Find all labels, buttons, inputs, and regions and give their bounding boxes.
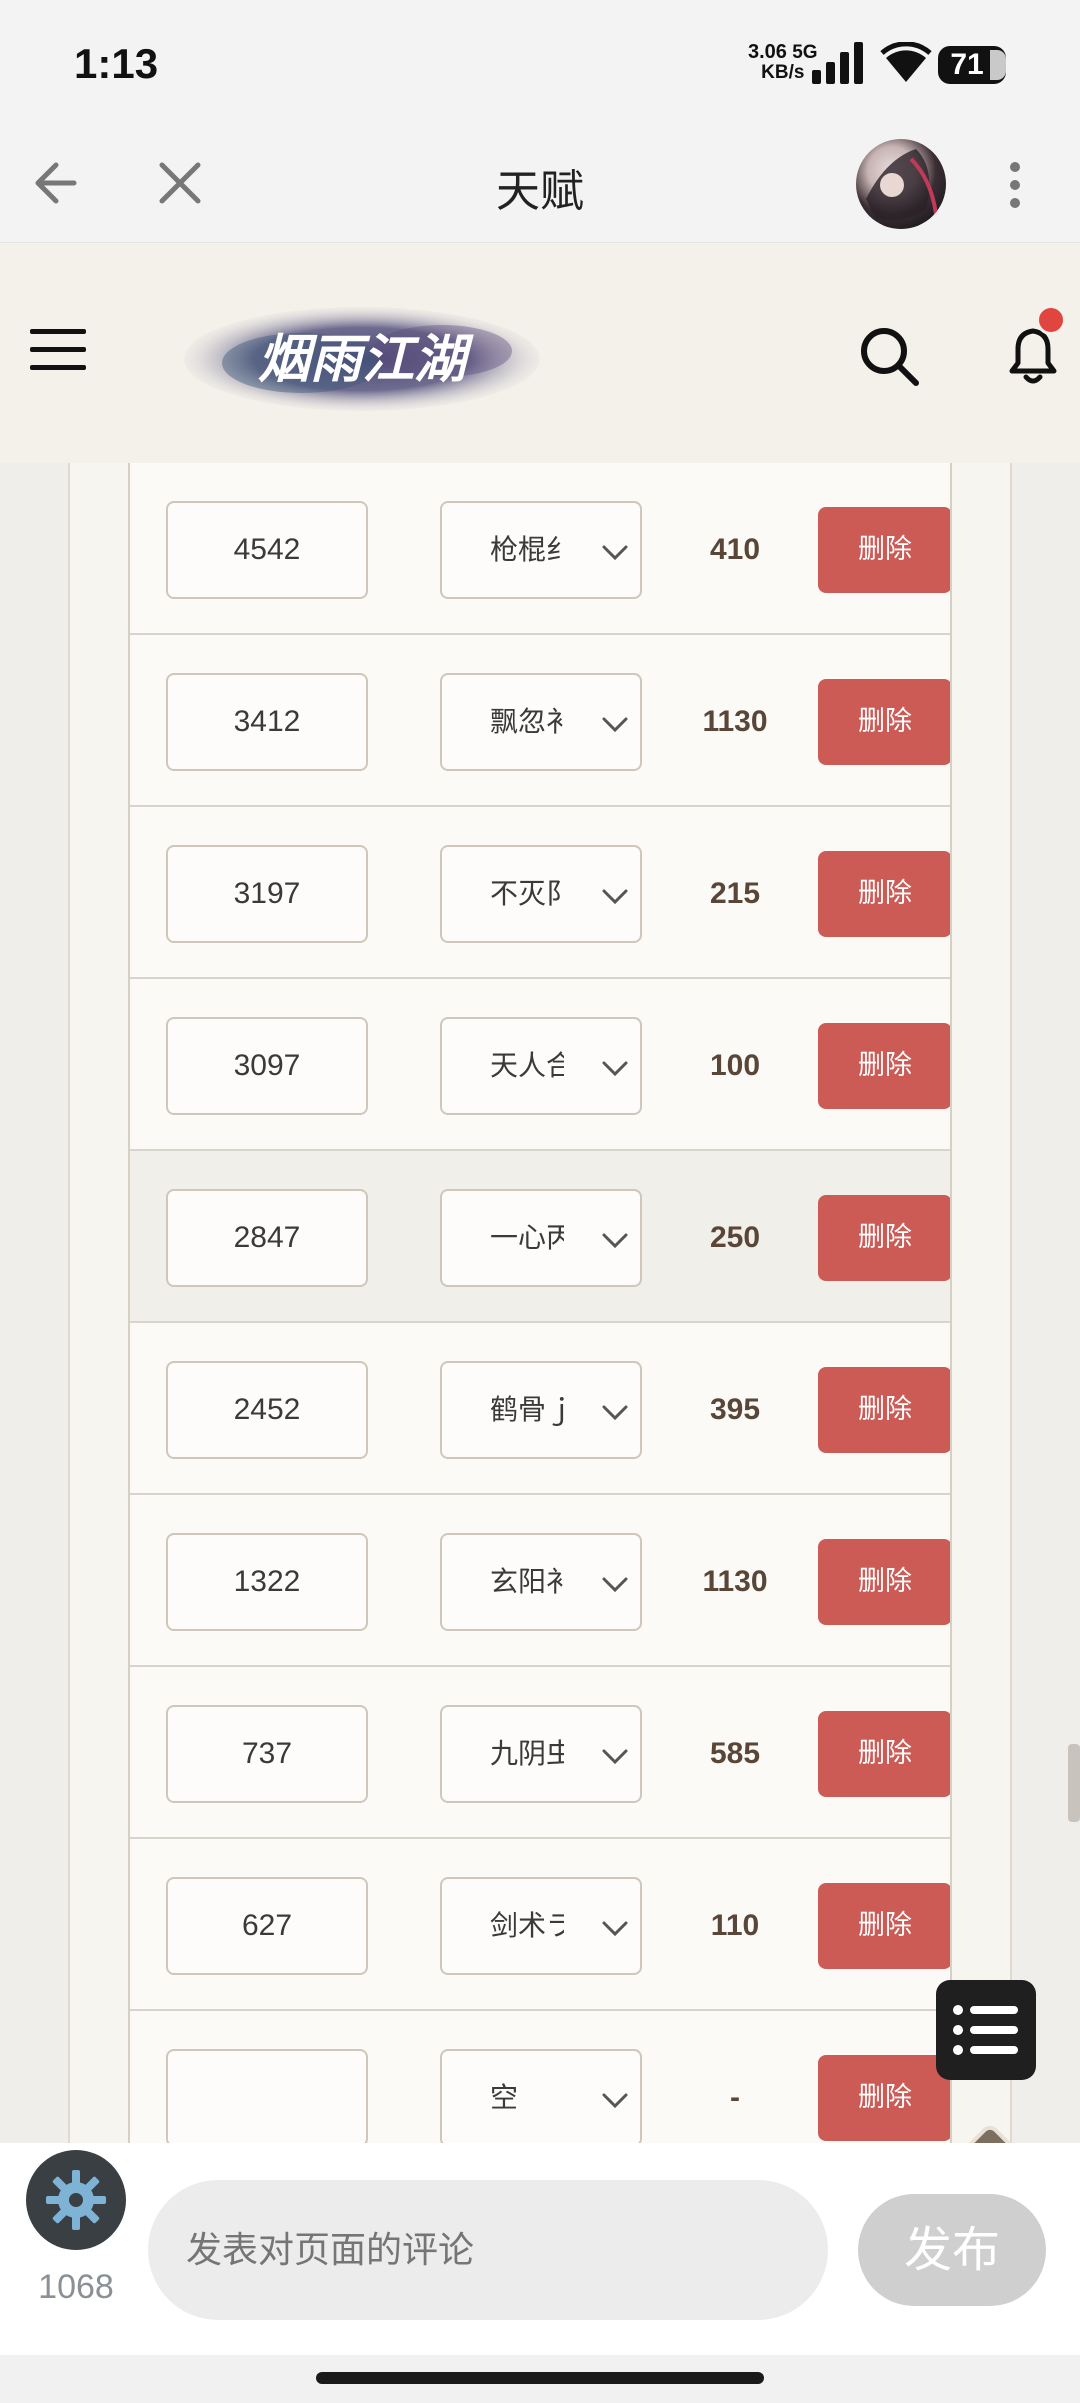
scrollbar-thumb[interactable] <box>1068 1744 1080 1822</box>
talent-select[interactable]: 剑术ラ <box>440 1877 642 1975</box>
delete-button[interactable]: 删除 <box>818 1023 950 1109</box>
close-icon[interactable] <box>150 153 210 213</box>
talent-cost: 215 <box>709 877 761 910</box>
comment-count: 1068 <box>38 2268 114 2306</box>
more-vertical-icon[interactable] <box>1000 155 1030 215</box>
talent-id-input[interactable]: 2452 <box>166 1361 368 1459</box>
chevron-down-icon <box>602 1233 628 1249</box>
table-row: 2452 鹤骨ｊ 395 删除 <box>130 1323 950 1495</box>
table-row: 627 剑术ラ 110 删除 <box>130 1839 950 2011</box>
talent-select[interactable]: 鹤骨ｊ <box>440 1361 642 1459</box>
chevron-down-icon <box>602 1921 628 1937</box>
menu-icon[interactable] <box>28 325 88 375</box>
table-row: 3097 天人合 100 删除 <box>130 979 950 1151</box>
chevron-down-icon <box>602 2093 628 2109</box>
talent-cost: 1130 <box>702 705 768 738</box>
delete-button[interactable]: 删除 <box>818 507 950 593</box>
talent-select-value: 天人合 <box>490 1049 564 1082</box>
table-row: 1322 玄阳衤 1130 删除 <box>130 1495 950 1667</box>
site-logo[interactable]: 烟雨江湖 <box>182 303 542 415</box>
chevron-down-icon <box>602 717 628 733</box>
delete-button[interactable]: 删除 <box>818 1195 950 1281</box>
delete-button[interactable]: 删除 <box>818 679 950 765</box>
talent-table: 4542枪棍纟410删除3412飘忽衤1130删除3197不灭阝215删除309… <box>128 463 952 2143</box>
battery-level: 71 <box>950 48 984 81</box>
talent-id-input[interactable]: 737 <box>166 1705 368 1803</box>
delete-button[interactable]: 删除 <box>818 2055 950 2141</box>
talent-cost: 410 <box>709 533 761 566</box>
talent-select-value: 飘忽衤 <box>490 705 564 738</box>
list-icon <box>953 2005 1018 2055</box>
talent-select[interactable]: 一心丙 <box>440 1189 642 1287</box>
post-button[interactable]: 发布 <box>858 2194 1046 2306</box>
status-time: 1:13 <box>74 40 159 87</box>
table-row: 空 - 删除 <box>130 2011 950 2143</box>
talent-id-input[interactable]: 3097 <box>166 1017 368 1115</box>
delete-button[interactable]: 删除 <box>818 1539 950 1625</box>
talent-id-input[interactable]: 3197 <box>166 845 368 943</box>
talent-select[interactable]: 枪棍纟 <box>440 501 642 599</box>
talent-cost: 585 <box>709 1737 761 1770</box>
network-speed: 3.06 5G KB/s <box>748 41 818 83</box>
talent-select[interactable]: 玄阳衤 <box>440 1533 642 1631</box>
talent-id-input[interactable] <box>166 2049 368 2143</box>
talent-id-input[interactable]: 3412 <box>166 673 368 771</box>
table-of-contents-button[interactable] <box>936 1980 1036 2080</box>
talent-cost: 110 <box>710 1909 760 1942</box>
avatar[interactable] <box>856 139 946 229</box>
table-row: 737 九阴虫 585 删除 <box>130 1667 950 1839</box>
page-title: 天赋 <box>496 167 584 216</box>
wifi-icon <box>880 42 932 82</box>
talent-select[interactable]: 九阴虫 <box>440 1705 642 1803</box>
talent-select-value: 九阴虫 <box>490 1737 564 1770</box>
talent-select[interactable]: 不灭阝 <box>440 845 642 943</box>
chevron-down-icon <box>602 1577 628 1593</box>
delete-button[interactable]: 删除 <box>818 1883 950 1969</box>
talent-select-value: 不灭阝 <box>490 877 564 910</box>
chevron-down-icon <box>602 889 628 905</box>
top-nav: 天赋 <box>0 125 1080 243</box>
chevron-down-icon <box>602 1405 628 1421</box>
talent-cost: - <box>730 2081 740 2114</box>
chevron-down-icon <box>602 1749 628 1765</box>
table-row: 3197 不灭阝 215 删除 <box>130 807 950 979</box>
talent-select-value: 剑术ラ <box>490 1909 564 1942</box>
chevron-down-icon <box>602 545 628 561</box>
notification-badge <box>1036 305 1066 335</box>
talent-id-input[interactable]: 4542 <box>166 501 368 599</box>
talent-id-input[interactable]: 2847 <box>166 1189 368 1287</box>
gear-icon <box>46 2170 106 2230</box>
talent-select-value: 枪棍纟 <box>490 533 564 566</box>
delete-button[interactable]: 删除 <box>818 1711 950 1797</box>
talent-select-value: 玄阳衤 <box>490 1565 564 1598</box>
comment-input[interactable] <box>148 2180 828 2320</box>
delete-button[interactable]: 删除 <box>818 851 950 937</box>
site-header: 烟雨江湖 <box>0 243 1080 463</box>
svg-text:烟雨江湖: 烟雨江湖 <box>258 329 474 390</box>
talent-cost: 1130 <box>702 1565 768 1598</box>
talent-cost: 100 <box>709 1049 761 1082</box>
talent-cost: 395 <box>709 1393 761 1426</box>
talent-id-input[interactable]: 627 <box>166 1877 368 1975</box>
home-gesture-bar[interactable] <box>316 2372 764 2384</box>
talent-select-value: 空 <box>490 2081 519 2114</box>
talent-id-input[interactable]: 1322 <box>166 1533 368 1631</box>
talent-select[interactable]: 空 <box>440 2049 642 2143</box>
table-row: 4542 枪棍纟 410 删除 <box>130 463 950 635</box>
back-arrow-icon[interactable] <box>28 153 88 213</box>
search-icon[interactable] <box>856 323 922 389</box>
table-row: 3412 飘忽衤 1130 删除 <box>130 635 950 807</box>
battery-remaining <box>990 50 1006 80</box>
chevron-down-icon <box>602 1061 628 1077</box>
talent-cost: 250 <box>709 1221 761 1254</box>
talent-select[interactable]: 天人合 <box>440 1017 642 1115</box>
signal-icon <box>812 42 863 84</box>
talent-select-value: 一心丙 <box>490 1221 564 1254</box>
talent-select-value: 鹤骨ｊ <box>490 1393 564 1426</box>
table-row: 2847 一心丙 250 删除 <box>130 1151 950 1323</box>
delete-button[interactable]: 删除 <box>818 1367 950 1453</box>
status-bar: 1:13 3.06 5G KB/s 71 <box>0 0 1080 125</box>
talent-select[interactable]: 飘忽衤 <box>440 673 642 771</box>
